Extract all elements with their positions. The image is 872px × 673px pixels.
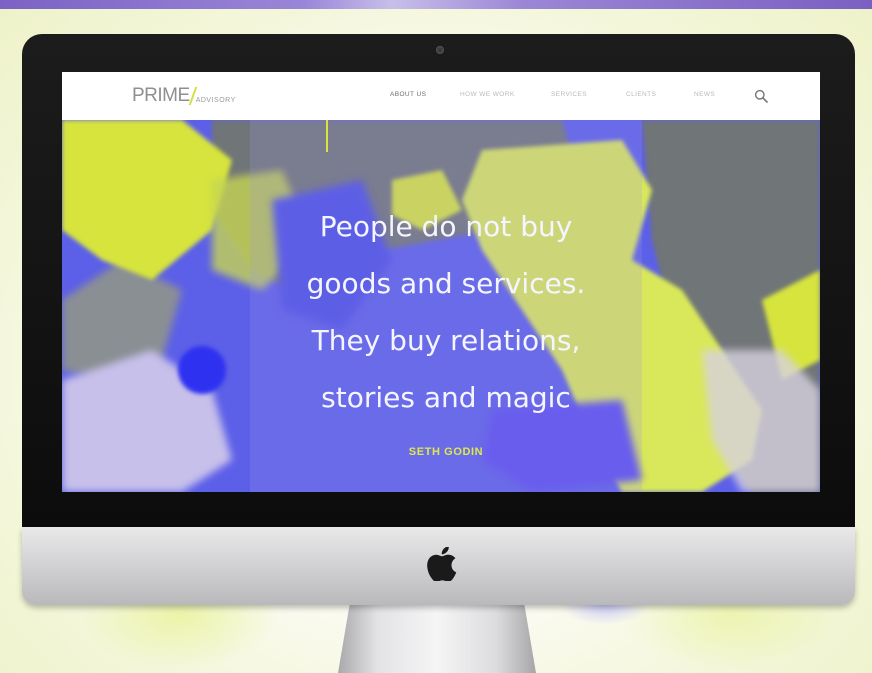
quote-author: SETH GODIN xyxy=(408,446,484,458)
accent-bar xyxy=(326,120,328,152)
logo-sub-text: ADVISORY xyxy=(195,97,236,104)
quote-line: stories and magic xyxy=(321,381,571,414)
hero-quote: People do not buy goods and services. Th… xyxy=(250,198,642,426)
quote-line: They buy relations, xyxy=(311,324,581,357)
site-logo[interactable]: PRIME ADVISORY xyxy=(132,85,236,107)
logo-main-text: PRIME xyxy=(132,85,190,106)
nav-item-how-we-work[interactable]: HOW WE WORK xyxy=(460,91,515,98)
site-navbar: PRIME ADVISORY ABOUT US HOW WE WORK SERV… xyxy=(62,72,820,120)
website-screen: PRIME ADVISORY ABOUT US HOW WE WORK SERV… xyxy=(62,72,820,492)
apple-icon xyxy=(427,547,457,581)
nav-item-news[interactable]: NEWS xyxy=(694,91,715,98)
search-icon[interactable] xyxy=(754,89,768,103)
monitor-stand xyxy=(338,603,536,673)
hero-section: People do not buy goods and services. Th… xyxy=(62,120,820,492)
quote-line: goods and services. xyxy=(306,267,586,300)
quote-line: People do not buy xyxy=(319,210,573,243)
nav-item-clients[interactable]: CLIENTS xyxy=(626,91,656,98)
top-banner-strip xyxy=(0,0,872,9)
nav-item-about-us[interactable]: ABOUT US xyxy=(390,91,426,98)
nav-item-services[interactable]: SERVICES xyxy=(551,91,587,98)
camera-icon xyxy=(436,46,444,54)
